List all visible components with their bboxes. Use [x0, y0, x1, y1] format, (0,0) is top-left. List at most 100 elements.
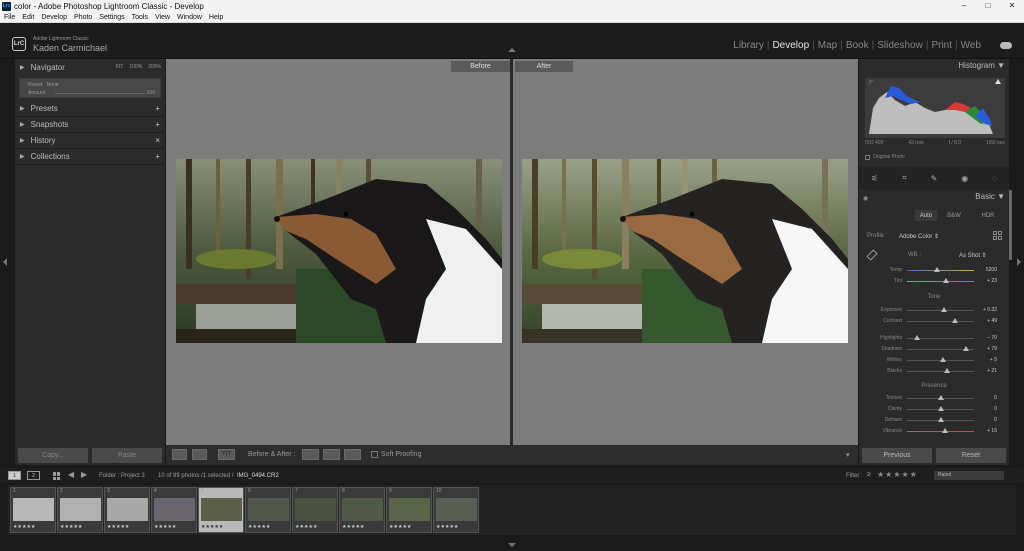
slider-thumb[interactable]: [940, 307, 947, 312]
collapse-filmstrip-arrow-icon[interactable]: [508, 543, 516, 547]
slider-thumb[interactable]: [942, 428, 949, 433]
histogram-header[interactable]: Histogram ▼: [859, 61, 1009, 75]
secondary-window-button[interactable]: 2: [27, 471, 40, 480]
eyedropper-icon[interactable]: [866, 249, 878, 261]
filmstrip-thumbnail[interactable]: 5 ★★★★★: [198, 487, 244, 533]
auto-button[interactable]: Auto: [915, 210, 937, 221]
module-develop[interactable]: Develop: [769, 40, 812, 51]
module-map[interactable]: Map: [815, 40, 840, 51]
zoom-fit[interactable]: FIT: [116, 64, 124, 70]
slider-value[interactable]: + 0.32: [983, 307, 997, 313]
slider-thumb[interactable]: [937, 406, 944, 411]
soft-proofing-checkbox[interactable]: [371, 451, 378, 458]
grid-view-icon[interactable]: [53, 472, 61, 480]
profile-browser-grid-icon[interactable]: [993, 231, 1002, 240]
slider-track[interactable]: [907, 321, 974, 322]
module-library[interactable]: Library: [730, 40, 767, 51]
slider-value[interactable]: 0: [994, 406, 997, 412]
cloud-sync-icon[interactable]: [1000, 42, 1012, 49]
module-print[interactable]: Print: [928, 40, 955, 51]
collapse-right-panel-arrow-icon[interactable]: [1017, 258, 1021, 266]
swap-before-after-button[interactable]: [344, 449, 361, 460]
slider-track[interactable]: [907, 431, 974, 432]
add-preset-button[interactable]: +: [155, 104, 160, 113]
copy-after-to-before-button[interactable]: [302, 449, 319, 460]
menu-edit[interactable]: Edit: [22, 14, 34, 21]
main-window-button[interactable]: 1: [8, 471, 21, 480]
copy-before-to-after-button[interactable]: [323, 449, 340, 460]
rating-operator[interactable]: ≥: [867, 471, 871, 478]
close-window-button[interactable]: ✕: [1000, 0, 1024, 12]
slider-value[interactable]: − 70: [987, 335, 997, 341]
slider-value[interactable]: + 21: [987, 368, 997, 374]
slider-thumb[interactable]: [944, 368, 951, 373]
slider-value[interactable]: 0: [994, 417, 997, 423]
slider-thumb[interactable]: [934, 267, 941, 272]
histogram[interactable]: [865, 78, 1005, 138]
basic-panel-header[interactable]: Basic ▼: [859, 192, 1009, 206]
rating-filter-stars[interactable]: ★★★★★: [877, 470, 918, 479]
add-collection-button[interactable]: +: [155, 152, 160, 161]
slider-track[interactable]: [907, 270, 974, 271]
slider-track[interactable]: [907, 281, 974, 282]
slider-thumb[interactable]: [942, 278, 949, 283]
source-label[interactable]: Folder : Project 3: [99, 473, 145, 479]
menu-window[interactable]: Window: [177, 14, 202, 21]
module-book[interactable]: Book: [843, 40, 872, 51]
edit-sliders-icon[interactable]: ⚟: [871, 174, 878, 183]
reset-button[interactable]: Reset: [936, 447, 1006, 463]
masking-icon[interactable]: ◌: [992, 174, 997, 183]
filter-preset-select[interactable]: Rated: [934, 471, 1004, 480]
original-photo-toggle[interactable]: Original Photo: [865, 154, 905, 160]
slider-thumb[interactable]: [914, 335, 921, 340]
navigator-header[interactable]: ▶ Navigator FIT 100% 200%: [15, 59, 165, 75]
slider-thumb[interactable]: [937, 395, 944, 400]
toolbar-menu-arrow-icon[interactable]: ▾: [846, 451, 850, 459]
filmstrip-thumbnail[interactable]: 4 ★★★★★: [151, 487, 197, 533]
slider-value[interactable]: + 79: [987, 346, 997, 352]
selected-filename[interactable]: IMG_0494.CR2: [237, 473, 279, 479]
menu-help[interactable]: Help: [209, 14, 223, 21]
menu-view[interactable]: View: [155, 14, 170, 21]
slider-track[interactable]: [907, 371, 974, 372]
paste-settings-button[interactable]: Paste: [92, 447, 162, 463]
bw-button[interactable]: B&W: [943, 210, 965, 221]
menu-photo[interactable]: Photo: [74, 14, 92, 21]
menu-settings[interactable]: Settings: [99, 14, 124, 21]
slider-thumb[interactable]: [937, 417, 944, 422]
amount-slider[interactable]: [55, 93, 145, 94]
filmstrip-thumbnail[interactable]: 8 ★★★★★: [339, 487, 385, 533]
zoom-200[interactable]: 200%: [148, 64, 161, 70]
slider-thumb[interactable]: [939, 357, 946, 362]
before-after-view-button[interactable]: [192, 449, 207, 460]
crop-icon[interactable]: ⌗: [902, 173, 907, 183]
slider-value[interactable]: 5200: [986, 267, 997, 273]
previous-button[interactable]: Previous: [862, 447, 932, 463]
module-web[interactable]: Web: [958, 40, 984, 51]
slider-value[interactable]: + 5: [990, 357, 997, 363]
filmstrip-thumbnail[interactable]: 1 ★★★★★: [10, 487, 56, 533]
profile-select[interactable]: Adobe Color ⇕: [899, 233, 939, 240]
panel-collections[interactable]: ▶ Collections +: [15, 149, 165, 165]
collapse-left-panel-arrow-icon[interactable]: [3, 258, 7, 266]
maximize-button[interactable]: □: [976, 0, 1000, 12]
menu-tools[interactable]: Tools: [132, 14, 148, 21]
slider-value[interactable]: + 49: [987, 318, 997, 324]
loupe-view-button[interactable]: [172, 449, 187, 460]
slider-value[interactable]: 0: [994, 395, 997, 401]
wb-select[interactable]: As Shot ⇕: [959, 252, 987, 259]
collapse-top-arrow-icon[interactable]: [508, 48, 516, 52]
panel-presets[interactable]: ▶ Presets +: [15, 101, 165, 117]
original-photo-checkbox[interactable]: [865, 154, 870, 160]
menu-develop[interactable]: Develop: [41, 14, 67, 21]
yy-split-button[interactable]: Y|Y: [218, 449, 235, 460]
zoom-100[interactable]: 100%: [129, 64, 142, 70]
slider-value[interactable]: + 15: [987, 428, 997, 434]
filmstrip-thumbnail[interactable]: 3 ★★★★★: [104, 487, 150, 533]
clear-history-button[interactable]: ×: [155, 136, 160, 145]
filmstrip-thumbnail[interactable]: 6 ★★★★★: [245, 487, 291, 533]
minimize-button[interactable]: –: [952, 0, 976, 12]
slider-value[interactable]: + 23: [987, 278, 997, 284]
healing-brush-icon[interactable]: ✎: [931, 174, 938, 183]
slider-thumb[interactable]: [962, 346, 969, 351]
